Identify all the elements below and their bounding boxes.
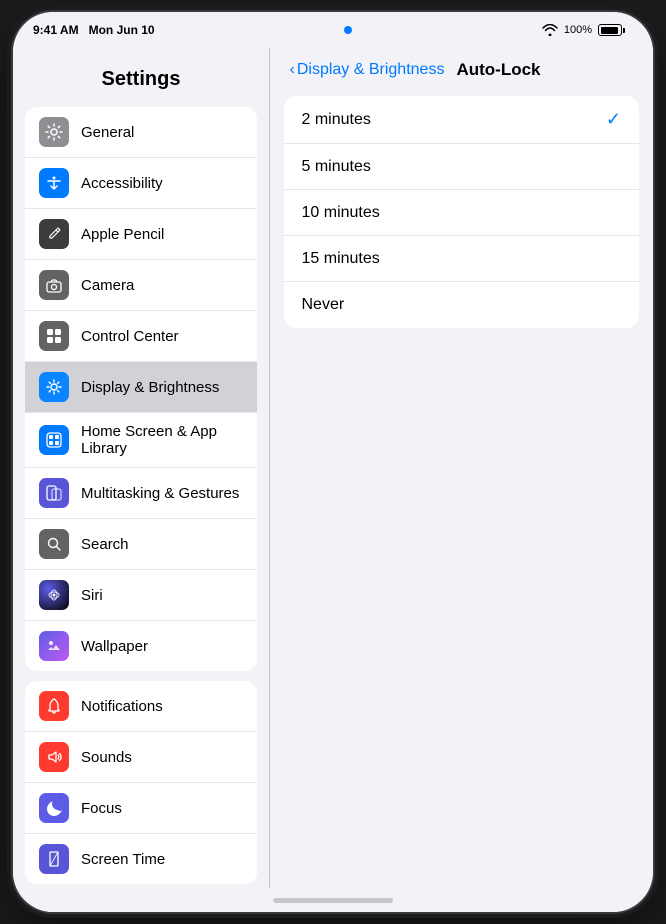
wifi-icon [542, 24, 558, 36]
sidebar-group-1: General Accessibility [25, 107, 257, 671]
gear-icon [45, 123, 63, 141]
battery-icon [598, 24, 625, 36]
back-label[interactable]: Display & Brightness [297, 61, 445, 79]
wallpaper-icon [39, 631, 69, 661]
sounds-label: Sounds [81, 749, 132, 766]
option-never-label: Never [302, 296, 345, 314]
camera-label: Camera [81, 277, 134, 294]
ipad-device: 9:41 AM Mon Jun 10 100% Settings [13, 12, 653, 912]
main-content: Settings General [13, 48, 653, 888]
sidebar-item-apple-pencil[interactable]: Apple Pencil [25, 209, 257, 260]
apple-pencil-icon [39, 219, 69, 249]
option-15-minutes[interactable]: 15 minutes [284, 236, 640, 282]
sidebar-group-2: Notifications Sounds [25, 681, 257, 884]
detail-panel: ‹ Display & Brightness Auto-Lock 2 minut… [270, 48, 654, 888]
option-never[interactable]: Never [284, 282, 640, 328]
status-time: 9:41 AM Mon Jun 10 [33, 23, 155, 37]
option-5-minutes[interactable]: 5 minutes [284, 144, 640, 190]
general-icon [39, 117, 69, 147]
focus-icon [39, 793, 69, 823]
screen-time-label: Screen Time [81, 851, 165, 868]
camera-icon-svg [45, 276, 63, 294]
sun-icon-svg [45, 378, 63, 396]
screen-time-icon [39, 844, 69, 874]
sidebar-item-siri[interactable]: Siri [25, 570, 257, 621]
siri-icon-svg [45, 586, 63, 604]
display-brightness-label: Display & Brightness [81, 379, 219, 396]
home-screen-label: Home Screen & App Library [81, 423, 243, 457]
search-label: Search [81, 536, 129, 553]
accessibility-icon-svg [45, 174, 63, 192]
search-icon-svg [45, 535, 63, 553]
sidebar: Settings General [13, 48, 269, 888]
auto-lock-options-list: 2 minutes ✓ 5 minutes 10 minutes 15 minu… [284, 96, 640, 328]
home-bar [273, 898, 393, 903]
bell-icon-svg [45, 697, 63, 715]
accessibility-label: Accessibility [81, 175, 163, 192]
sidebar-item-accessibility[interactable]: Accessibility [25, 158, 257, 209]
search-sidebar-icon [39, 529, 69, 559]
control-center-label: Control Center [81, 328, 179, 345]
siri-icon [39, 580, 69, 610]
sidebar-item-multitasking[interactable]: Multitasking & Gestures [25, 468, 257, 519]
control-center-icon-svg [45, 327, 63, 345]
back-chevron-icon: ‹ [290, 61, 295, 79]
moon-icon-svg [45, 799, 63, 817]
control-center-icon [39, 321, 69, 351]
sounds-icon [39, 742, 69, 772]
option-10-minutes[interactable]: 10 minutes [284, 190, 640, 236]
notifications-icon [39, 691, 69, 721]
option-2min-checkmark: ✓ [606, 109, 621, 130]
option-2min-label: 2 minutes [302, 111, 371, 129]
sidebar-item-home-screen[interactable]: Home Screen & App Library [25, 413, 257, 468]
detail-page-title: Auto-Lock [456, 60, 540, 80]
display-icon [39, 372, 69, 402]
general-label: General [81, 124, 134, 141]
sidebar-item-control-center[interactable]: Control Center [25, 311, 257, 362]
status-indicators: 100% [542, 24, 625, 36]
multitasking-icon [39, 478, 69, 508]
sidebar-item-focus[interactable]: Focus [25, 783, 257, 834]
focus-label: Focus [81, 800, 122, 817]
time-label: 9:41 AM [33, 23, 79, 37]
wallpaper-icon-svg [45, 637, 63, 655]
accessibility-icon [39, 168, 69, 198]
sidebar-title: Settings [13, 56, 269, 107]
notifications-label: Notifications [81, 698, 163, 715]
status-dot [344, 26, 352, 34]
battery-percentage: 100% [564, 24, 592, 36]
multitasking-icon-svg [45, 484, 63, 502]
option-10min-label: 10 minutes [302, 204, 380, 222]
siri-label: Siri [81, 587, 103, 604]
sidebar-item-general[interactable]: General [25, 107, 257, 158]
wallpaper-label: Wallpaper [81, 638, 148, 655]
sidebar-item-wallpaper[interactable]: Wallpaper [25, 621, 257, 671]
option-15min-label: 15 minutes [302, 250, 380, 268]
pencil-icon-svg [45, 225, 63, 243]
hourglass-icon-svg [45, 850, 63, 868]
sidebar-item-display-brightness[interactable]: Display & Brightness [25, 362, 257, 413]
sidebar-item-camera[interactable]: Camera [25, 260, 257, 311]
option-5min-label: 5 minutes [302, 158, 371, 176]
home-screen-icon-svg [45, 431, 63, 449]
status-bar: 9:41 AM Mon Jun 10 100% [13, 12, 653, 48]
option-2-minutes[interactable]: 2 minutes ✓ [284, 96, 640, 144]
speaker-icon-svg [45, 748, 63, 766]
sidebar-item-screen-time[interactable]: Screen Time [25, 834, 257, 884]
back-button[interactable]: ‹ Display & Brightness [290, 61, 445, 79]
multitasking-label: Multitasking & Gestures [81, 485, 239, 502]
sidebar-item-notifications[interactable]: Notifications [25, 681, 257, 732]
sidebar-item-search[interactable]: Search [25, 519, 257, 570]
home-indicator [13, 888, 653, 912]
sidebar-item-sounds[interactable]: Sounds [25, 732, 257, 783]
home-screen-icon [39, 425, 69, 455]
detail-header: ‹ Display & Brightness Auto-Lock [270, 48, 654, 88]
date-label: Mon Jun 10 [89, 23, 155, 37]
apple-pencil-label: Apple Pencil [81, 226, 164, 243]
camera-icon [39, 270, 69, 300]
